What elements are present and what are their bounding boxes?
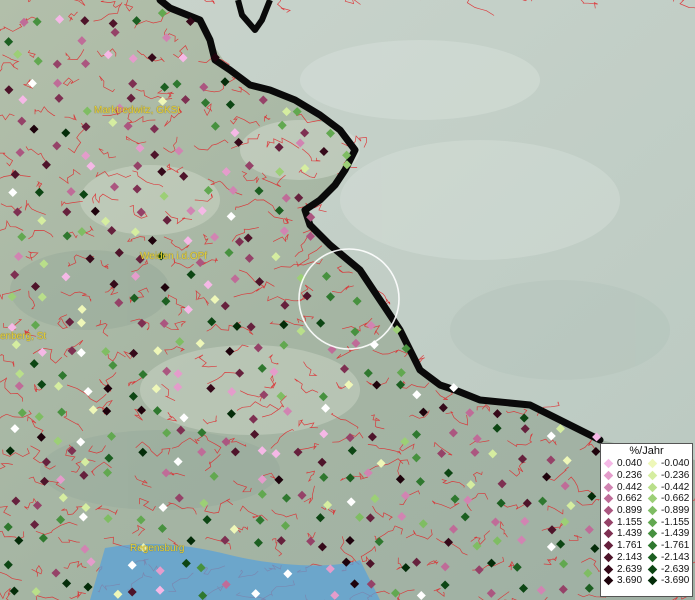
- legend-swatch: [647, 505, 658, 516]
- legend-swatch: [647, 517, 658, 528]
- legend-swatch: [647, 540, 658, 551]
- legend-value: -1.439: [661, 528, 690, 540]
- legend-value: -0.442: [661, 481, 690, 493]
- legend-item: 1.761: [603, 540, 648, 552]
- terrain-layer: [0, 0, 695, 600]
- legend-item: -1.155: [647, 516, 692, 528]
- legend-title: %/Jahr: [629, 445, 664, 457]
- legend-swatch: [647, 459, 658, 469]
- legend-swatch: [603, 529, 614, 539]
- legend-value: -3.690: [661, 575, 690, 587]
- legend-value: 3.690: [617, 575, 643, 587]
- map-legend: %/Jahr 0.040 0.236 0.442 0.662 0.899 1.155 1.4…: [600, 443, 693, 597]
- place-label-amberg: enberg, St: [0, 331, 47, 342]
- legend-value: 2.639: [617, 563, 643, 575]
- legend-swatch: [647, 529, 658, 539]
- legend-item: 2.143: [603, 551, 648, 564]
- legend-swatch: [603, 470, 614, 481]
- legend-value: -2.143: [661, 551, 690, 563]
- legend-item: -0.442: [647, 481, 692, 493]
- legend-item: -2.639: [647, 563, 692, 575]
- place-label-regensburg: Regensburg: [130, 543, 185, 554]
- legend-swatch: [603, 459, 614, 469]
- legend-swatch: [603, 517, 614, 528]
- legend-swatch: [647, 482, 658, 492]
- legend-item: -3.690: [647, 575, 692, 587]
- legend-value: -0.662: [661, 493, 690, 505]
- legend-item: -0.899: [647, 505, 692, 517]
- legend-value: 2.143: [617, 551, 643, 563]
- legend-item: 0.442: [603, 481, 648, 493]
- legend-value: 1.155: [617, 516, 643, 528]
- legend-item: -0.662: [647, 493, 692, 505]
- place-label-weiden: Weiden i.d.OPf: [140, 251, 208, 262]
- legend-item: 0.040: [603, 458, 648, 470]
- legend-value: -0.040: [661, 458, 690, 470]
- legend-item: -2.143: [647, 551, 692, 564]
- legend-swatch: [647, 552, 658, 563]
- legend-item: 3.690: [603, 575, 648, 587]
- legend-swatch: [647, 470, 658, 481]
- legend-item: -1.761: [647, 540, 692, 552]
- legend-value: -0.899: [661, 505, 690, 517]
- legend-item: 1.155: [603, 516, 648, 528]
- legend-item: -1.439: [647, 528, 692, 540]
- map-canvas[interactable]: [0, 0, 695, 600]
- legend-value: 0.442: [617, 481, 643, 493]
- legend-value: -0.236: [661, 470, 690, 482]
- legend-positive-column: 0.040 0.236 0.442 0.662 0.899 1.155 1.439 1.761…: [603, 458, 648, 587]
- legend-value: 0.899: [617, 505, 643, 517]
- legend-item: -0.236: [647, 470, 692, 482]
- legend-item: 1.439: [603, 528, 648, 540]
- legend-swatch: [603, 482, 614, 492]
- legend-value: -1.155: [661, 516, 690, 528]
- legend-swatch: [647, 575, 658, 586]
- legend-item: 2.639: [603, 563, 648, 575]
- legend-item: 0.662: [603, 493, 648, 505]
- legend-value: 1.761: [617, 540, 643, 552]
- legend-swatch: [603, 540, 614, 551]
- legend-value: 1.439: [617, 528, 643, 540]
- legend-value: 0.662: [617, 493, 643, 505]
- legend-value: 0.040: [617, 458, 643, 470]
- legend-swatch: [647, 494, 658, 504]
- legend-swatch: [603, 505, 614, 516]
- legend-value: -2.639: [661, 563, 690, 575]
- place-label-marktredwitz: Marktredwitz, GKSt: [94, 105, 181, 116]
- legend-swatch: [603, 552, 614, 563]
- legend-swatch: [603, 494, 614, 504]
- legend-item: -0.040: [647, 458, 692, 470]
- legend-item: 0.236: [603, 470, 648, 482]
- legend-item: 0.899: [603, 505, 648, 517]
- legend-swatch: [603, 575, 614, 586]
- legend-value: -1.761: [661, 540, 690, 552]
- legend-swatch: [647, 564, 658, 574]
- legend-value: 0.236: [617, 470, 643, 482]
- legend-negative-column: -0.040 -0.236 -0.442 -0.662 -0.899 -1.155 -1.4…: [647, 458, 692, 587]
- legend-swatch: [603, 564, 614, 574]
